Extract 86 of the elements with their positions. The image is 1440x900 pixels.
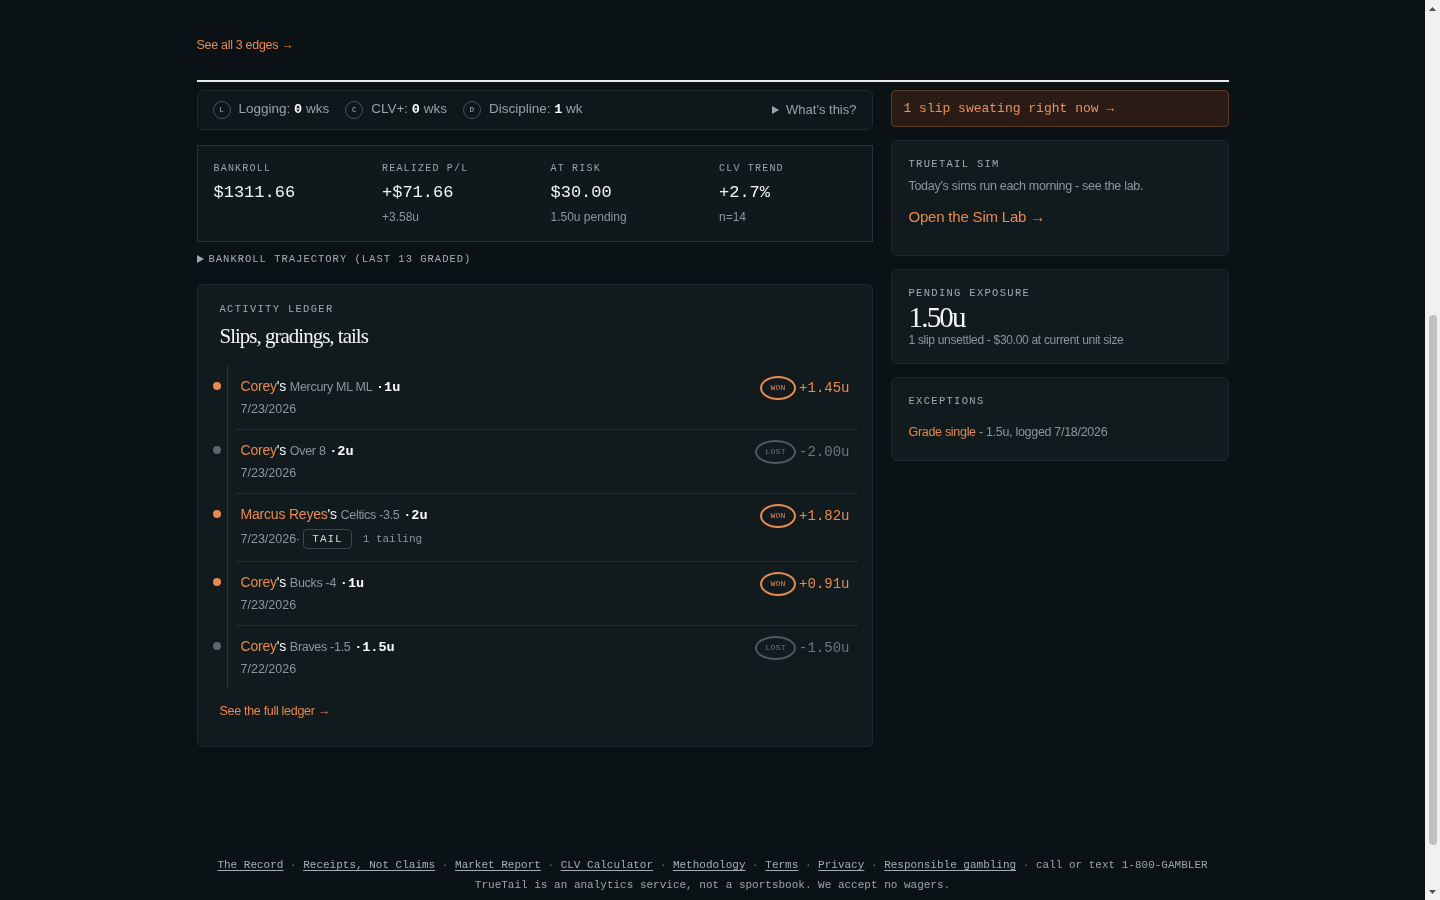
stat-label: REALIZED P/L: [382, 162, 470, 176]
amount-text: -2.00u: [799, 443, 850, 462]
slip-title: Corey's Mercury ML ML ·1u: [240, 377, 401, 397]
author-link[interactable]: Corey: [240, 378, 277, 394]
footer-link[interactable]: CLV Calculator: [560, 855, 654, 875]
status-dot-icon: [212, 578, 221, 586]
date-text: 7/23/2026·: [240, 531, 301, 547]
grade-link[interactable]: Grade single: [908, 425, 976, 439]
footer-link[interactable]: Methodology: [672, 855, 746, 875]
streak-text: CLV+: 0 wks: [371, 100, 447, 120]
trajectory-toggle[interactable]: BANKROLL TRAJECTORY (LAST 13 GRADED): [196, 251, 472, 267]
dot-separator: ·: [870, 858, 878, 873]
full-ledger-link[interactable]: See the full ledger →: [219, 703, 330, 719]
stat-value: $30.00: [550, 182, 613, 204]
dot-separator: ·: [804, 858, 812, 873]
footer-link[interactable]: Privacy: [818, 855, 865, 875]
exposure-value: 1.50u: [908, 303, 967, 331]
result-badge: WON: [760, 572, 797, 596]
result-badge: WON: [760, 376, 797, 400]
stat-label: AT RISK: [550, 162, 602, 176]
author-link[interactable]: Corey: [240, 574, 277, 590]
scroll-up-arrow-icon[interactable]: [1429, 6, 1436, 11]
slip-title: Corey's Braves -1.5 ·1.5u: [240, 637, 395, 657]
card-label: PENDING EXPOSURE: [908, 286, 1032, 300]
stat-value: $1311.66: [213, 182, 297, 204]
author-link[interactable]: Corey: [240, 638, 277, 654]
status-dot-icon: [212, 642, 221, 650]
dot-separator: ·: [547, 858, 555, 873]
amount-text: -1.50u: [799, 639, 850, 658]
footer-link[interactable]: Market Report: [455, 855, 541, 875]
date-text: 7/23/2026: [240, 401, 297, 417]
author-link[interactable]: Marcus Reyes: [240, 506, 328, 522]
section-label: ACTIVITY LEDGER: [219, 302, 335, 316]
disclosure-triangle-icon: [196, 255, 204, 263]
streak-text: Discipline: 1 wk: [488, 100, 583, 120]
helpline-text: call or text 1-800-GAMBLER: [1035, 858, 1208, 873]
card-label: EXCEPTIONS: [908, 394, 986, 408]
slip-title: Marcus Reyes's Celtics -3.5 ·2u: [240, 505, 428, 525]
dot-separator: ·: [1022, 858, 1030, 873]
author-link[interactable]: Corey: [240, 442, 277, 458]
stat-note: +3.58u: [382, 209, 421, 225]
disclaimer-text: TrueTail is an analytics service, not a sportsbook. We accept no wagers.: [474, 878, 951, 893]
stat-note: 1.50u pending: [550, 209, 628, 225]
exposure-note: 1 slip unsettled - $30.00 at current unit size: [908, 332, 1125, 348]
footer-link[interactable]: Terms: [765, 855, 799, 875]
tail-tag: TAIL: [303, 529, 352, 549]
status-dot-icon: [212, 446, 221, 454]
help-toggle[interactable]: What’s this?: [771, 100, 857, 120]
sim-lab-link[interactable]: Open the Sim Lab →: [908, 207, 1045, 227]
section-title: Slips, gradings, tails: [219, 324, 369, 348]
stat-label: BANKROLL: [213, 162, 273, 176]
result-badge: LOST: [755, 636, 797, 660]
slip-title: Corey's Bucks -4 ·1u: [240, 573, 365, 593]
scrollbar-thumb[interactable]: [1428, 315, 1437, 845]
sim-text: Today’s sims run each morning - see the lab.: [908, 178, 1145, 194]
card-label: TRUETAIL SIM: [908, 157, 1001, 171]
dot-separator: ·: [441, 858, 449, 873]
exception-text: Grade single - 1.5u, logged 7/18/2026: [908, 424, 1109, 440]
status-dot-icon: [212, 510, 221, 518]
dot-separator: ·: [659, 858, 667, 873]
date-text: 7/23/2026: [240, 597, 297, 613]
amount-text: +1.82u: [799, 507, 850, 526]
edges-link[interactable]: See all 3 edges →: [196, 37, 294, 53]
status-dot-icon: [212, 382, 221, 390]
disclosure-triangle-icon: [771, 106, 779, 114]
sweat-banner[interactable]: 1 slip sweating right now →: [890, 90, 1229, 127]
result-badge: WON: [760, 504, 797, 528]
footer-link[interactable]: Receipts, Not Claims: [303, 855, 436, 875]
stat-note: n=14: [719, 209, 748, 225]
stat-value: +$71.66: [382, 182, 455, 204]
scrollbar[interactable]: [1425, 0, 1440, 900]
streak-text: Logging: 0 wks: [238, 100, 330, 120]
stat-value: +2.7%: [719, 182, 771, 204]
amount-text: +1.45u: [799, 379, 850, 398]
footer-link[interactable]: Responsible gambling: [884, 855, 1017, 875]
footer-link[interactable]: The Record: [217, 855, 284, 875]
date-text: 7/23/2026: [240, 465, 297, 481]
scroll-down-arrow-icon[interactable]: [1429, 889, 1436, 894]
dot-separator: ·: [752, 858, 759, 873]
date-text: 7/22/2026: [240, 661, 297, 677]
dot-separator: ·: [290, 858, 297, 873]
amount-text: +0.91u: [799, 575, 850, 594]
tailing-count: 1 tailing: [362, 531, 423, 547]
slip-title: Corey's Over 8 ·2u: [240, 441, 354, 461]
result-badge: LOST: [755, 440, 797, 464]
stat-label: CLV TREND: [719, 162, 785, 176]
